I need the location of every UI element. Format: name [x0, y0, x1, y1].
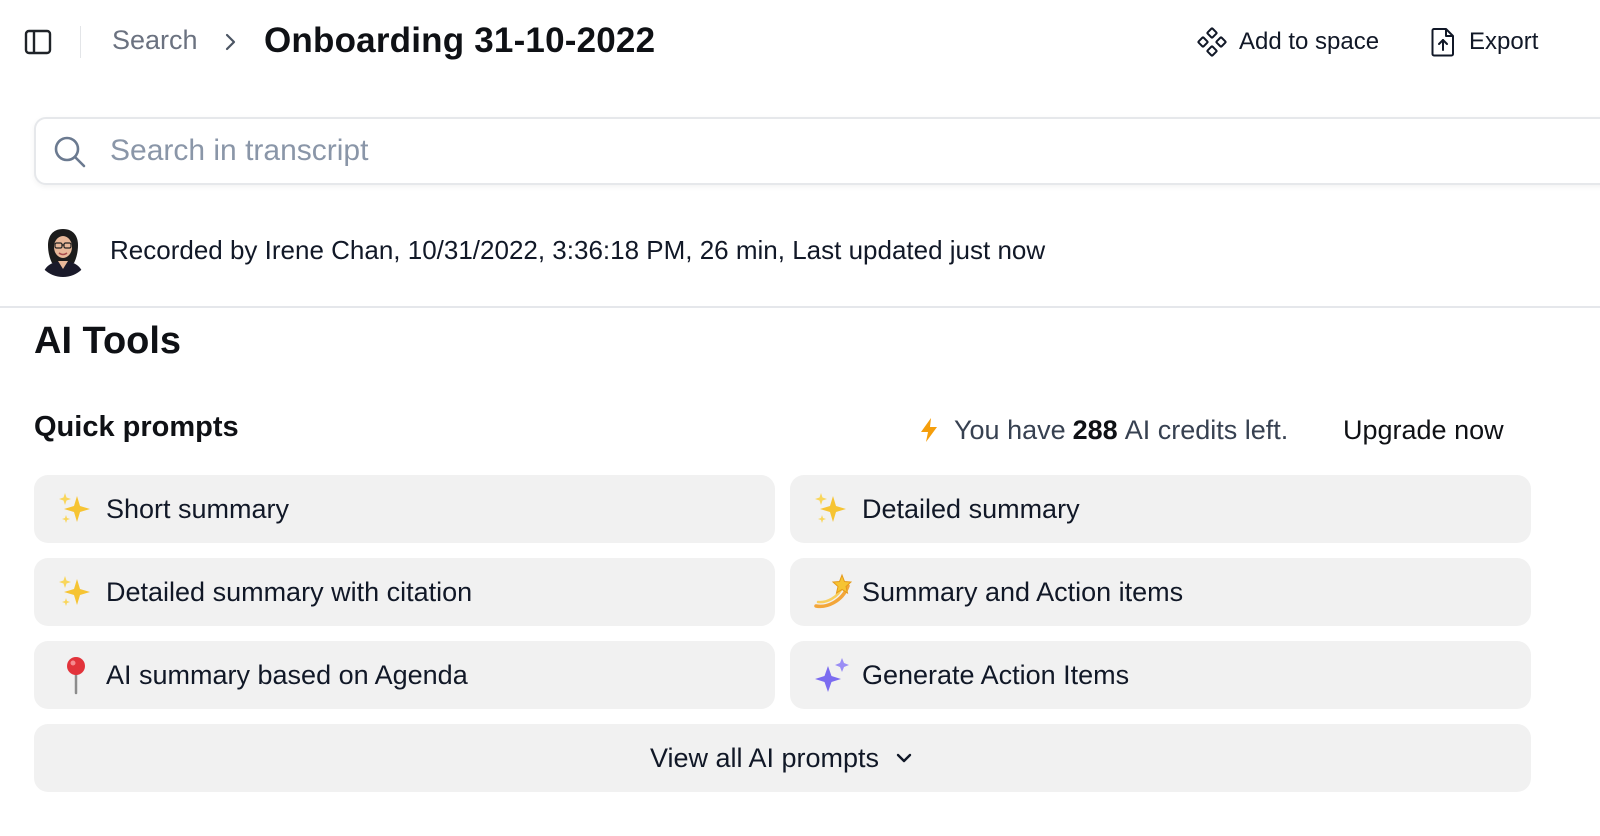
chevron-right-icon: [221, 28, 241, 56]
purple-sparkle-icon: [812, 655, 852, 695]
view-all-label: View all AI prompts: [649, 742, 880, 773]
page-title: Onboarding 31-10-2022: [264, 21, 656, 60]
file-export-icon: [1431, 28, 1454, 57]
ai-tools-heading: AI Tools: [34, 320, 182, 362]
prompt-label: Summary and Action items: [862, 576, 1184, 607]
prompt-label: Detailed summary: [862, 493, 1080, 524]
export-button[interactable]: Export: [1429, 24, 1538, 60]
sparkles-icon: [812, 489, 852, 529]
add-to-space-icon: [1197, 27, 1227, 57]
section-divider: [0, 306, 1600, 308]
recording-meta-text: Recorded by Irene Chan, 10/31/2022, 3:36…: [110, 234, 1046, 265]
prompt-detailed-summary[interactable]: Detailed summary: [790, 475, 1531, 543]
prompt-label: Generate Action Items: [862, 659, 1130, 690]
avatar: [36, 223, 90, 277]
ai-credits-status: You have 288 AI credits left.: [918, 412, 1288, 448]
sidebar-toggle-icon[interactable]: [22, 26, 54, 58]
sparkles-icon: [56, 572, 96, 612]
lightning-bolt-icon: [921, 418, 937, 442]
prompt-label: Detailed summary with citation: [106, 576, 473, 607]
prompt-label: Short summary: [106, 493, 290, 524]
prompt-summary-and-action-items[interactable]: Summary and Action items: [790, 558, 1531, 626]
chevron-down-icon: [896, 753, 912, 763]
prompt-detailed-summary-with-citation[interactable]: Detailed summary with citation: [34, 558, 775, 626]
prompt-generate-action-items[interactable]: Generate Action Items: [790, 641, 1531, 709]
transcript-search-input[interactable]: [110, 129, 1510, 173]
dizzy-star-icon: [812, 572, 852, 612]
credits-count: 288: [1072, 414, 1118, 445]
transcript-search-box[interactable]: [34, 117, 1600, 185]
breadcrumb-search[interactable]: Search: [112, 25, 198, 56]
prompt-label: AI summary based on Agenda: [106, 659, 468, 690]
pushpin-icon: [56, 655, 96, 695]
export-label: Export: [1469, 28, 1539, 55]
search-icon: [54, 136, 86, 168]
sparkles-icon: [56, 489, 96, 529]
prompt-ai-summary-based-on-agenda[interactable]: AI summary based on Agenda: [34, 641, 775, 709]
add-to-space-button[interactable]: Add to space: [1197, 24, 1379, 60]
view-all-prompts-button[interactable]: View all AI prompts: [34, 724, 1531, 792]
top-bar: Search Onboarding 31-10-2022 Add to spac…: [0, 0, 1600, 84]
quick-prompts-heading: Quick prompts: [34, 411, 239, 443]
recording-meta: Recorded by Irene Chan, 10/31/2022, 3:36…: [36, 222, 1045, 278]
prompt-short-summary[interactable]: Short summary: [34, 475, 775, 543]
credits-prefix: You have: [954, 414, 1066, 445]
credits-suffix: AI credits left.: [1124, 414, 1289, 445]
upgrade-now-link[interactable]: Upgrade now: [1343, 412, 1504, 448]
add-to-space-label: Add to space: [1239, 28, 1380, 55]
toolbar-divider: [80, 26, 81, 58]
